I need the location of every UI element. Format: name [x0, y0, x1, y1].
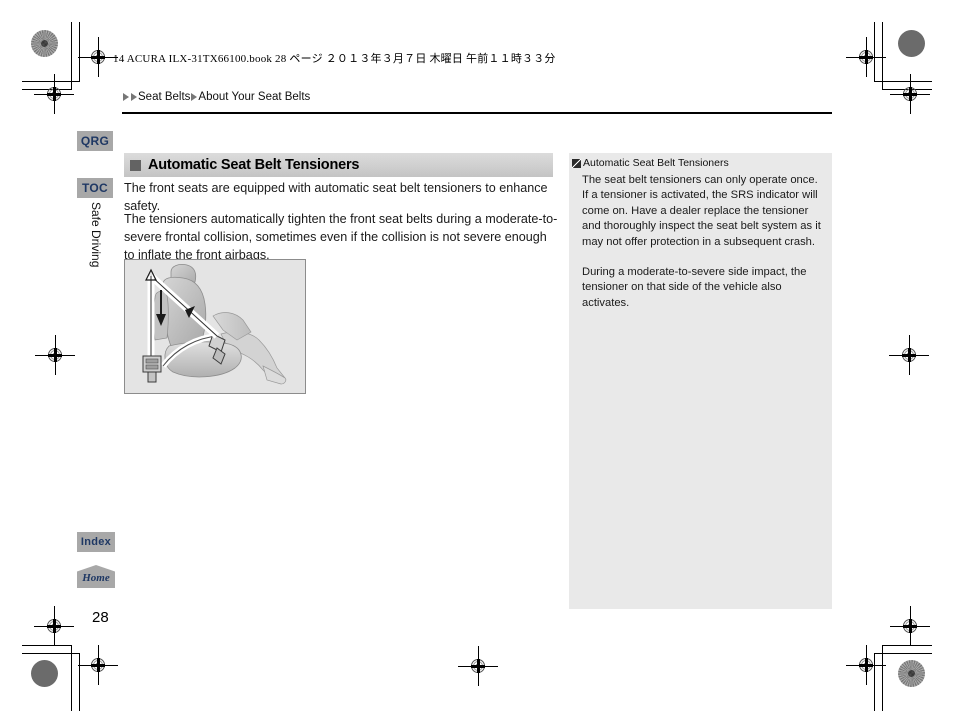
crop-mark-top-left-h2 — [22, 81, 79, 82]
crop-mark-bottom-left-h2 — [22, 653, 79, 654]
note-marker-icon — [572, 159, 581, 168]
home-button-label: Home — [82, 572, 110, 584]
registration-target-left-middle — [35, 335, 75, 375]
sidebar-button-toc[interactable]: TOC — [77, 178, 113, 198]
note-panel: Automatic Seat Belt Tensioners The seat … — [569, 153, 832, 609]
crop-mark-bottom-left-v2 — [79, 653, 80, 711]
crop-mark-bottom-right-v1 — [882, 645, 883, 711]
sidebar-button-index[interactable]: Index — [77, 532, 115, 552]
registration-target-bottom-left-outer — [34, 606, 74, 646]
breadcrumb-arrow-icon-2 — [131, 93, 137, 101]
registration-target-bottom-left-inner — [78, 645, 118, 685]
seat-belt-tensioner-illustration — [124, 259, 306, 394]
breadcrumb-arrow-icon-3 — [191, 93, 198, 101]
solid-color-patch-top-right — [898, 30, 925, 57]
registration-target-bottom-right-inner — [846, 645, 886, 685]
sidebar-section-label-text: Safe Driving — [89, 202, 103, 268]
registration-target-top-right-inner — [846, 37, 886, 77]
note-heading-text: Automatic Seat Belt Tensioners — [583, 157, 729, 169]
section-bullet-icon — [130, 159, 141, 171]
registration-target-top-right-outer — [890, 74, 930, 114]
breadcrumb-arrow-icon-1 — [123, 93, 129, 101]
crop-mark-bottom-left-v1 — [71, 645, 72, 711]
note-paragraph-2: During a moderate-to-severe side impact,… — [582, 266, 807, 309]
halftone-color-patch-bottom-right — [898, 660, 925, 687]
section-heading-bar: Automatic Seat Belt Tensioners — [124, 153, 553, 177]
registration-target-bottom-right-outer — [890, 606, 930, 646]
note-heading: Automatic Seat Belt Tensioners — [572, 157, 729, 169]
header-divider — [122, 112, 832, 114]
breadcrumb: Seat Belts About Your Seat Belts — [122, 91, 310, 103]
tensioner-detail-2 — [145, 364, 159, 370]
registration-target-top-left-inner — [78, 37, 118, 77]
tensioner-base — [147, 371, 157, 383]
crop-mark-bottom-right-h2 — [875, 653, 932, 654]
registration-target-bottom-center — [458, 646, 498, 686]
note-body: The seat belt tensioners can only operat… — [582, 173, 822, 311]
registration-target-top-left-outer — [34, 74, 74, 114]
file-info-header: 14 ACURA ILX-31TX66100.book 28 ページ ２０１３年… — [113, 53, 556, 65]
seat-back — [162, 276, 207, 347]
page-number: 28 — [92, 609, 109, 626]
sidebar-button-home[interactable]: Home — [77, 565, 115, 588]
halftone-color-patch-top-left — [31, 30, 58, 57]
sidebar-section-label-safe-driving: Safe Driving — [77, 200, 113, 280]
crop-mark-top-left-v1 — [71, 22, 72, 90]
crop-mark-top-right-h2 — [875, 81, 932, 82]
solid-color-patch-bottom-left — [31, 660, 58, 687]
registration-target-right-middle — [889, 335, 929, 375]
sidebar-button-qrg[interactable]: QRG — [77, 131, 113, 151]
breadcrumb-item-level2[interactable]: About Your Seat Belts — [198, 91, 310, 103]
body-paragraph-2: The tensioners automatically tighten the… — [124, 212, 558, 262]
tensioner-housing — [142, 355, 162, 373]
crop-mark-bottom-right-h1 — [883, 645, 932, 646]
breadcrumb-item-level1[interactable]: Seat Belts — [138, 91, 190, 103]
crop-mark-top-left-v2 — [79, 22, 80, 82]
illustration-svg — [125, 260, 305, 393]
tensioner-detail-1 — [145, 358, 159, 364]
page-title: Automatic Seat Belt Tensioners — [148, 157, 360, 173]
note-paragraph-1: The seat belt tensioners can only operat… — [582, 174, 821, 248]
crop-mark-bottom-left-h1 — [22, 645, 71, 646]
